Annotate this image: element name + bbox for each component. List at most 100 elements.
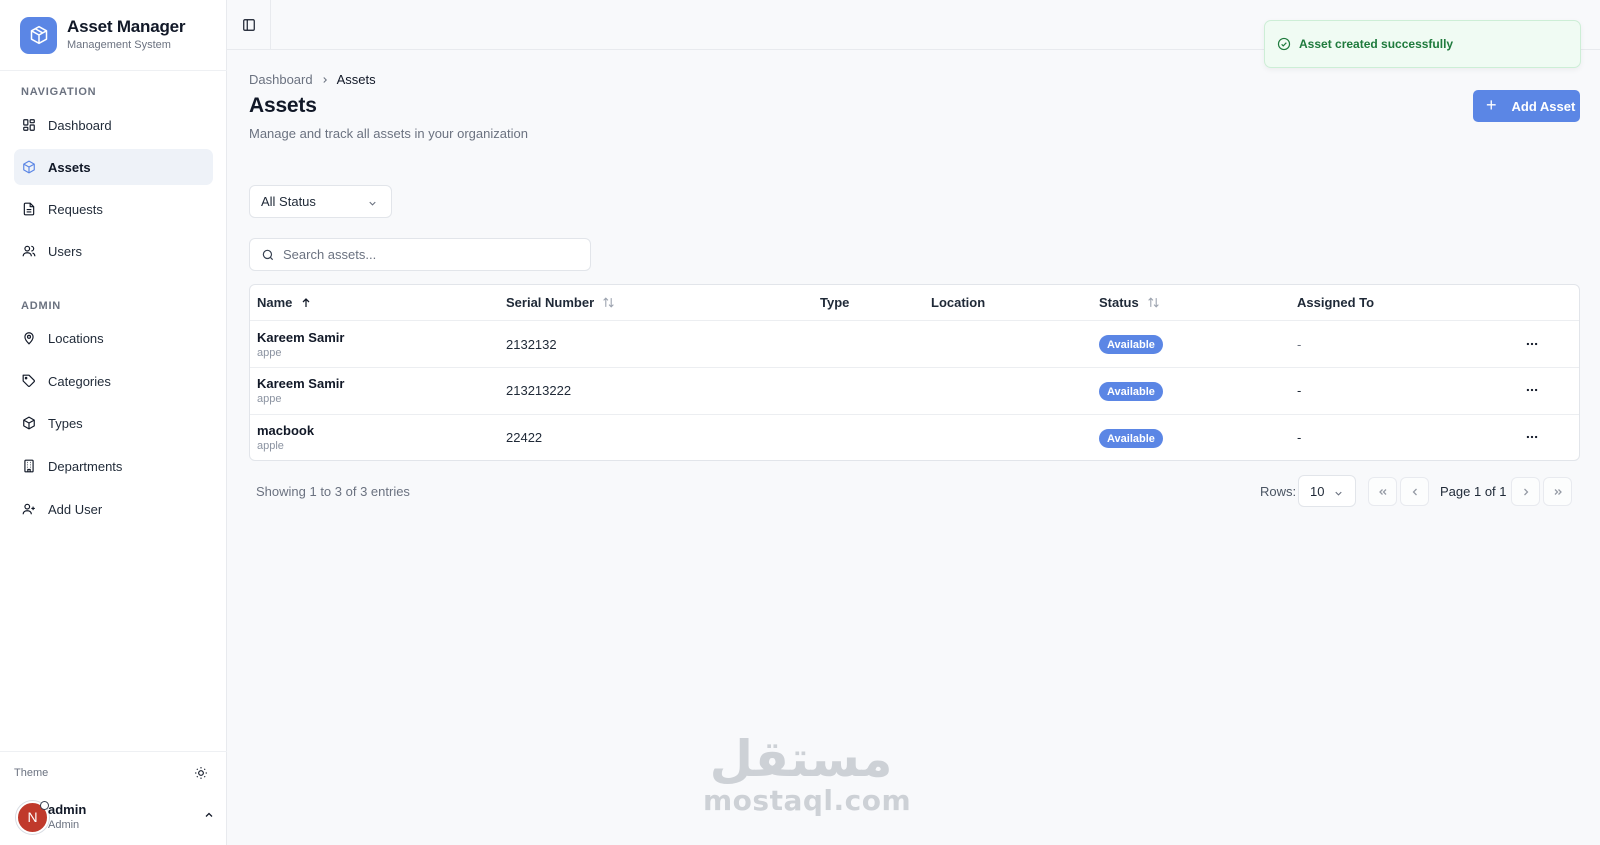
- sidebar-item-types[interactable]: Types: [14, 405, 213, 441]
- brand[interactable]: Asset Manager Management System: [20, 16, 186, 54]
- section-label-admin: ADMIN: [21, 300, 62, 312]
- breadcrumb-current: Assets: [336, 72, 376, 87]
- table-row[interactable]: Kareem Samir appe 2132132 Available -: [250, 321, 1579, 368]
- search-icon: [261, 248, 275, 262]
- column-label: Serial Number: [506, 295, 595, 310]
- sidebar-item-departments[interactable]: Departments: [14, 448, 213, 484]
- asset-name: macbook: [257, 423, 315, 438]
- rows-per-page-select[interactable]: 10: [1298, 475, 1356, 507]
- theme-label: Theme: [14, 767, 49, 779]
- sidebar-item-label: Departments: [48, 458, 123, 474]
- serial-number: 213213222: [506, 383, 572, 398]
- status-filter-value: All Status: [261, 194, 316, 209]
- rows-per-page-value: 10: [1310, 483, 1325, 499]
- sidebar-item-categories[interactable]: Categories: [14, 363, 213, 399]
- sidebar-item-label: Users: [48, 243, 82, 259]
- sidebar-divider: [0, 751, 227, 752]
- user-role: Admin: [48, 819, 80, 831]
- table-row[interactable]: macbook apple 22422 Available -: [250, 415, 1579, 460]
- sidebar: Asset Manager Management System NAVIGATI…: [0, 0, 227, 845]
- dashboard-grid-icon: [21, 117, 37, 133]
- sidebar-item-label: Categories: [48, 373, 111, 389]
- package-icon: [21, 159, 37, 175]
- chevron-right-icon: [320, 75, 330, 85]
- serial-number: 22422: [506, 430, 543, 445]
- chevron-down-icon: [1333, 487, 1344, 502]
- previous-page-button[interactable]: [1400, 477, 1429, 506]
- asset-name-cell: Kareem Samir appe: [257, 330, 344, 359]
- sidebar-item-label: Assets: [48, 159, 91, 175]
- watermark-arabic: مستقل: [709, 730, 893, 788]
- sidebar-item-requests[interactable]: Requests: [14, 191, 213, 227]
- search-box: [249, 238, 591, 271]
- column-header-serial[interactable]: Serial Number: [506, 295, 615, 310]
- status-badge: Available: [1099, 429, 1163, 448]
- chevrons-left-icon: [1377, 486, 1389, 498]
- chevron-right-icon: [1520, 486, 1532, 498]
- toast-notification: Asset created successfully: [1264, 20, 1581, 68]
- building-icon: [21, 458, 37, 474]
- sidebar-item-assets[interactable]: Assets: [14, 149, 213, 185]
- user-plus-icon: [21, 501, 37, 517]
- brand-title: Asset Manager: [67, 17, 186, 36]
- package-icon: [21, 415, 37, 431]
- sort-arrows-icon: [1147, 296, 1160, 309]
- column-header-type: Type: [820, 295, 849, 310]
- row-actions-button[interactable]: [1522, 427, 1542, 447]
- section-label-navigation: NAVIGATION: [21, 86, 97, 98]
- serial-number: 2132132: [506, 337, 557, 352]
- sidebar-divider: [0, 70, 227, 71]
- sidebar-item-users[interactable]: Users: [14, 233, 213, 269]
- row-actions-button[interactable]: [1522, 334, 1542, 354]
- breadcrumb-dashboard-link[interactable]: Dashboard: [249, 72, 313, 87]
- column-header-name[interactable]: Name: [257, 295, 312, 310]
- sort-arrows-icon: [602, 296, 615, 309]
- chevron-left-icon: [1409, 486, 1421, 498]
- user-menu[interactable]: N admin Admin: [16, 799, 215, 835]
- column-label: Name: [257, 295, 293, 310]
- search-input[interactable]: [283, 247, 573, 262]
- assets-table: Name Serial Number Type Location Status …: [249, 284, 1580, 461]
- more-horizontal-icon: [1525, 337, 1539, 351]
- column-label: Location: [931, 295, 986, 310]
- asset-category: appe: [257, 347, 282, 359]
- next-page-button[interactable]: [1511, 477, 1540, 506]
- entries-summary: Showing 1 to 3 of 3 entries: [256, 484, 410, 499]
- add-asset-button[interactable]: + Add Asset: [1473, 90, 1580, 122]
- last-page-button[interactable]: [1543, 477, 1572, 506]
- status-badge: Available: [1099, 382, 1163, 401]
- column-label: Assigned To: [1297, 295, 1375, 310]
- sun-icon[interactable]: [194, 766, 208, 780]
- sidebar-item-add-user[interactable]: Add User: [14, 491, 213, 527]
- sidebar-item-label: Types: [48, 415, 83, 431]
- chevron-down-icon: [367, 197, 378, 212]
- more-horizontal-icon: [1525, 383, 1539, 397]
- sidebar-item-label: Dashboard: [48, 117, 112, 133]
- sidebar-item-locations[interactable]: Locations: [14, 320, 213, 356]
- asset-category: appe: [257, 393, 282, 405]
- sidebar-item-label: Requests: [48, 201, 103, 217]
- toast-message: Asset created successfully: [1299, 37, 1454, 51]
- breadcrumb: Dashboard Assets: [249, 72, 376, 87]
- rows-per-page-label: Rows:: [1260, 484, 1297, 499]
- add-asset-label: Add Asset: [1511, 98, 1576, 114]
- panel-left-icon: [242, 18, 256, 32]
- arrow-up-icon: [300, 297, 312, 309]
- first-page-button[interactable]: [1368, 477, 1397, 506]
- asset-category: apple: [257, 440, 284, 452]
- assigned-to: -: [1297, 430, 1302, 445]
- sidebar-toggle-button[interactable]: [227, 0, 271, 49]
- asset-name-cell: Kareem Samir appe: [257, 376, 344, 405]
- row-actions-button[interactable]: [1522, 380, 1542, 400]
- sidebar-item-dashboard[interactable]: Dashboard: [14, 107, 213, 143]
- page-title: Assets: [249, 94, 317, 117]
- users-icon: [21, 243, 37, 259]
- assigned-to: -: [1297, 383, 1302, 398]
- document-icon: [21, 201, 37, 217]
- column-header-status[interactable]: Status: [1099, 295, 1160, 310]
- sidebar-item-label: Locations: [48, 330, 104, 346]
- status-badge: Available: [1099, 335, 1163, 354]
- column-label: Type: [820, 295, 850, 310]
- status-filter-select[interactable]: All Status: [249, 185, 392, 218]
- table-row[interactable]: Kareem Samir appe 213213222 Available -: [250, 368, 1579, 415]
